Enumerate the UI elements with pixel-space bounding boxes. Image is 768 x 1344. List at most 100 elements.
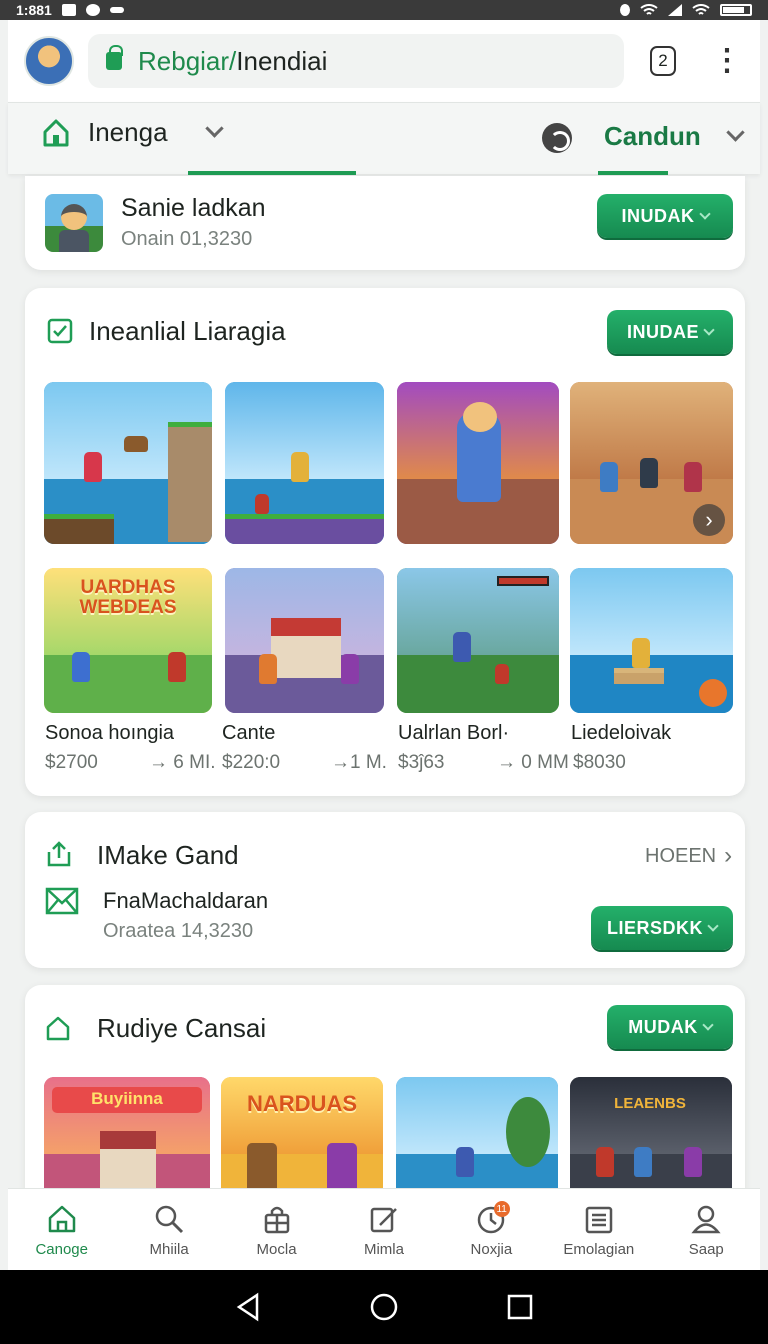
game-thumbnail[interactable] xyxy=(44,382,212,544)
profile-subtitle: Onain 01,3230 xyxy=(121,228,253,250)
game-thumbnail[interactable] xyxy=(225,382,384,544)
wifi-secondary-icon xyxy=(692,4,710,15)
game-thumbnail[interactable] xyxy=(570,568,733,713)
make-section-title: IMake Gand xyxy=(97,840,239,870)
back-icon[interactable] xyxy=(233,1292,263,1322)
cloud-icon xyxy=(109,7,124,13)
game-thumbnail[interactable]: LEAENBS xyxy=(570,1077,732,1205)
see-more-link[interactable]: HOEEN › xyxy=(645,842,732,870)
search-icon xyxy=(155,1205,184,1234)
make-item-name[interactable]: FnaMachaldaran xyxy=(103,888,268,914)
status-time: 1:881 xyxy=(16,2,52,18)
nav-label: Emolagian xyxy=(563,1241,635,1258)
rudiye-section-title: Rudiye Cansai xyxy=(97,1013,267,1043)
more-menu-icon[interactable]: ⋮ xyxy=(712,46,742,76)
game-thumbnail[interactable] xyxy=(225,568,384,713)
chevron-right-icon[interactable]: › xyxy=(693,504,725,536)
mail-icon xyxy=(45,887,79,915)
home-button-icon[interactable] xyxy=(369,1292,399,1322)
home-icon xyxy=(43,119,69,146)
category-tab-bar: Inenga Candun xyxy=(8,102,760,175)
bottom-navigation: Canoge Mhiila Mocla Mimla 11 Noxjia Emol… xyxy=(8,1188,760,1270)
checkbox-icon xyxy=(47,318,73,344)
game-thumbnail[interactable]: › xyxy=(570,382,733,544)
nav-item-canoge[interactable]: Canoge xyxy=(8,1189,115,1270)
nav-item-emolagian[interactable]: Emolagian xyxy=(545,1189,652,1270)
game-thumbnail[interactable]: Buyiinna xyxy=(44,1077,210,1205)
profile-card: Sanie ladkan Onain 01,3230 INUDAK xyxy=(25,176,745,270)
game-thumbnail[interactable] xyxy=(396,1077,558,1205)
make-card: IMake Gand HOEEN › FnaMachaldaran Oraate… xyxy=(25,812,745,968)
game-meta: → 6 MI. xyxy=(149,752,216,773)
recents-icon[interactable] xyxy=(505,1292,535,1322)
game-title[interactable]: Sonoa hoıngia xyxy=(45,722,174,745)
game-meta: → 0 MM xyxy=(497,752,569,773)
game-thumbnail[interactable] xyxy=(397,568,559,713)
explore-icon[interactable] xyxy=(542,123,572,153)
rudiye-action-label: MUDAK xyxy=(628,1016,698,1037)
chevron-down-icon[interactable] xyxy=(204,119,224,138)
game-price: $220:0 xyxy=(222,752,281,773)
nav-label: Saap xyxy=(688,1241,724,1258)
profile-avatar[interactable] xyxy=(45,194,103,252)
chevron-down-icon xyxy=(702,1019,714,1031)
address-bar[interactable]: Rebgiar/ Inendiai xyxy=(88,34,624,88)
make-action-label: LIERSDKK xyxy=(606,917,703,938)
url-domain: Rebgiar/ xyxy=(138,45,237,76)
tab-indicator xyxy=(188,171,356,175)
game-banner-text: UARDHAS WEBDEAS xyxy=(79,577,177,618)
games-action-button[interactable]: INUDAE xyxy=(607,310,733,354)
user-icon xyxy=(691,1205,721,1234)
nav-item-mhiila[interactable]: Mhiila xyxy=(115,1189,222,1270)
app-notification-icon xyxy=(85,4,100,16)
rudiye-action-button[interactable]: MUDAK xyxy=(607,1005,733,1049)
profile-name: Sanie ladkan xyxy=(121,194,266,222)
system-navigation-bar xyxy=(0,1270,768,1344)
see-more-label: HOEEN xyxy=(645,844,717,867)
avatar[interactable] xyxy=(24,36,74,86)
tab-indicator-active xyxy=(598,171,668,175)
thumbnail-label: Buyiinna xyxy=(91,1089,163,1108)
url-path: Inendiai xyxy=(236,45,328,76)
signal-icon xyxy=(668,4,682,16)
nav-item-mimla[interactable]: Mimla xyxy=(330,1189,437,1270)
record-icon[interactable] xyxy=(699,679,727,707)
notification-badge: 11 xyxy=(493,1201,510,1217)
rudiye-card: Rudiye Cansai MUDAK Buyiinna NARDUAS LEA… xyxy=(25,985,745,1205)
chevron-down-icon xyxy=(707,920,719,932)
nav-label: Mocla xyxy=(256,1241,297,1258)
thumbnail-label: LEAENBS xyxy=(614,1095,686,1112)
chevron-down-icon xyxy=(698,208,711,220)
tab-candun-label: Candun xyxy=(604,121,701,151)
tab-home-label: Inenga xyxy=(88,117,168,147)
profile-action-button[interactable]: INUDAK xyxy=(597,194,733,238)
make-action-button[interactable]: LIERSDKK xyxy=(591,906,733,950)
nav-label: Mimla xyxy=(363,1241,404,1258)
battery-icon xyxy=(720,4,752,16)
game-thumbnail[interactable] xyxy=(397,382,559,544)
game-title[interactable]: Liedeloivak xyxy=(571,722,671,745)
game-thumbnail[interactable]: NARDUAS xyxy=(221,1077,383,1205)
nav-item-mocla[interactable]: Mocla xyxy=(223,1189,330,1270)
home-icon xyxy=(48,1205,75,1233)
game-title[interactable]: Cante xyxy=(222,722,275,745)
nav-item-saap[interactable]: Saap xyxy=(653,1189,760,1270)
nav-label: Canoge xyxy=(35,1241,88,1258)
tab-home[interactable]: Inenga xyxy=(42,117,224,148)
game-title[interactable]: Ualrlan Borl· xyxy=(398,722,509,745)
lock-icon xyxy=(106,45,123,70)
home-outline-icon xyxy=(46,1016,70,1041)
nav-item-noxjia[interactable]: 11 Noxjia xyxy=(438,1189,545,1270)
game-price: $3ĵ63 xyxy=(398,752,445,773)
tab-candun[interactable]: Candun xyxy=(604,121,745,152)
game-price: $2700 xyxy=(45,752,98,773)
profile-action-label: INUDAK xyxy=(621,205,695,226)
chevron-down-icon[interactable] xyxy=(726,123,745,142)
game-thumbnail[interactable]: UARDHAS WEBDEAS xyxy=(44,568,212,713)
tabs-button[interactable]: 2 xyxy=(650,46,676,76)
bag-icon xyxy=(264,1206,289,1234)
browser-toolbar: Rebgiar/ Inendiai 2 ⋮ xyxy=(8,20,760,102)
status-bar: 1:881 xyxy=(0,0,768,20)
chevron-right-icon: › xyxy=(724,842,733,869)
games-card: Ineanlial Liaragia INUDAE › UARDHAS WEBD… xyxy=(25,288,745,796)
